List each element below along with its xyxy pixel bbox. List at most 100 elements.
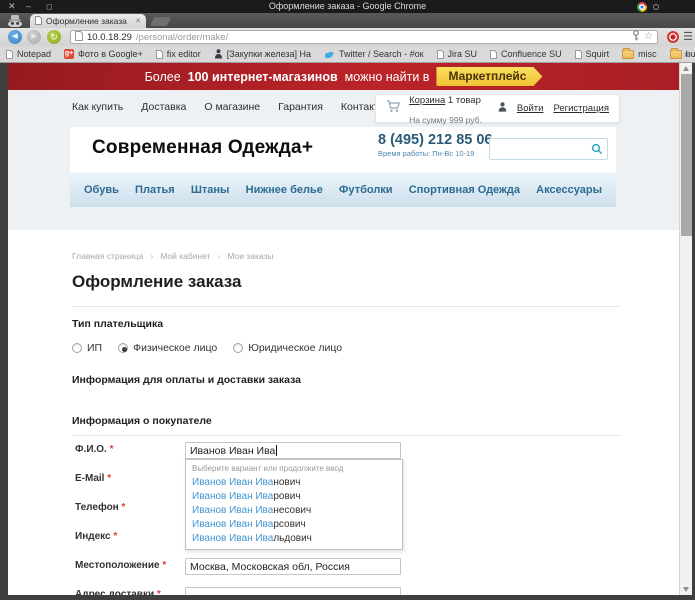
radio-icon[interactable] [233,343,243,353]
figure-icon [214,49,223,59]
search-box [489,138,608,160]
bookmark-star-icon[interactable]: ☆ [644,32,653,42]
search-icon[interactable] [587,143,607,155]
tab-strip: Оформление заказа ✕ [0,13,695,28]
cart-icon[interactable] [386,100,401,118]
nav-link-delivery[interactable]: Доставка [141,101,186,113]
bookmark-item[interactable]: Twitter / Search - #ок [324,49,423,59]
menu-item-shoes[interactable]: Обувь [84,184,119,196]
radio-option-ip[interactable]: ИП [72,342,102,354]
banner-text-bold: 100 интернет-магазинов [188,70,338,84]
autocomplete-option[interactable]: Иванов Иван Иванесович [186,504,402,518]
page-icon [156,50,163,59]
promo-banner[interactable]: Более 100 интернет-магазинов можно найти… [8,63,679,90]
forward-button[interactable]: ▶ [27,30,41,44]
autocomplete-option[interactable]: Иванов Иван Иванович [186,476,402,490]
scrollbar-up-arrow-icon[interactable] [683,66,689,71]
address-bar[interactable]: 10.0.18.29 /personal/order/make/ ☆ [70,30,658,44]
top-navigation: Как купить Доставка О магазине Гарантия … [8,90,679,127]
page-icon [575,50,582,59]
bookmark-item[interactable]: Confluence SU [490,49,562,59]
browser-tab[interactable]: Оформление заказа ✕ [30,14,146,28]
window-titlebar: ✕ – ◻ Оформление заказа - Google Chrome [0,0,695,13]
autocomplete-option[interactable]: Иванов Иван Ивальдович [186,532,402,546]
scrollbar-thumb[interactable] [681,74,692,236]
breadcrumb-separator: › [218,251,221,261]
search-input[interactable] [490,140,587,158]
menu-item-dresses[interactable]: Платья [135,184,175,196]
form-row-address: Адрес доставки * [72,587,679,595]
address-textarea[interactable] [185,587,401,595]
catalog-menu: Обувь Платья Штаны Нижнее белье Футболки… [70,172,616,207]
phone-label: Телефон * [72,500,185,517]
url-path: /personal/order/make/ [136,32,628,43]
radio-icon[interactable] [72,343,82,353]
menu-item-underwear[interactable]: Нижнее белье [246,184,323,196]
menu-item-sportswear[interactable]: Спортивная Одежда [409,184,520,196]
form-row-fio: Ф.И.О. * Иванов Иван Ива [72,442,679,459]
tab-close-icon[interactable]: ✕ [135,17,141,25]
radio-checked-icon[interactable] [118,343,128,353]
form-row-location: Местоположение * [72,558,679,575]
extension-icon[interactable] [667,31,679,43]
desktop-screen: ✕ – ◻ Оформление заказа - Google Chrome … [0,0,695,600]
register-link[interactable]: Регистрация [553,103,609,114]
postcode-label: Индекс * [72,529,185,546]
page-scrollbar[interactable] [679,63,692,595]
payment-section-label: Информация для оплаты и доставки заказа [72,374,679,386]
email-label: E-Mail * [72,471,185,488]
banner-text: можно найти в [345,70,430,84]
menu-item-accessories[interactable]: Аксессуары [536,184,602,196]
radio-option-legal[interactable]: Юридическое лицо [233,342,342,354]
autocomplete-option[interactable]: Иванов Иван Иварсович [186,518,402,532]
bookmark-item[interactable]: Squirt [575,49,610,59]
breadcrumb-account[interactable]: Мой кабинет [160,251,210,261]
breadcrumb-orders: Мои заказы [227,251,273,261]
chrome-menu-icon[interactable]: ☰ [683,29,693,45]
buyer-form: Ф.И.О. * Иванов Иван Ива Выберите вариан… [72,442,679,595]
nav-link-warranty[interactable]: Гарантия [278,101,323,113]
breadcrumb-home[interactable]: Главная страница [72,251,143,261]
autocomplete-option[interactable]: Иванов Иван Иварович [186,490,402,504]
page-icon [6,50,13,59]
nav-link-about[interactable]: О магазине [204,101,260,113]
menu-item-pants[interactable]: Штаны [191,184,230,196]
back-button[interactable]: ◀ [8,30,22,44]
bookmark-item[interactable]: fix editor [156,49,201,59]
menu-item-tshirts[interactable]: Футболки [339,184,393,196]
marketplace-button[interactable]: Маркетплейс [436,67,542,86]
breadcrumb: Главная страница › Мой кабинет › Мои зак… [72,230,679,261]
google-plus-icon: g+ [64,49,74,59]
bookmarks-overflow-chevron[interactable]: » [684,46,689,62]
key-icon[interactable] [632,28,640,46]
folder-icon [670,50,682,59]
logo-card: Современная Одежда+ 8 (495) 212 85 06 Вр… [70,127,616,172]
bookmark-item[interactable]: [Закупки железа] На [214,49,311,59]
titlebar-extra-icon [653,4,659,10]
bookmark-item[interactable]: g+ Фото в Google+ [64,49,143,59]
bookmark-folder[interactable]: buy [670,49,695,59]
page-icon [490,50,497,59]
radio-option-individual[interactable]: Физическое лицо [118,342,217,354]
bookmark-item[interactable]: Jira SU [437,49,478,59]
cart-widget: Корзина 1 товар На сумму 999 руб. Войти … [375,94,620,123]
chrome-logo-icon [637,2,647,12]
location-input[interactable] [185,558,401,575]
location-label: Местоположение * [72,558,185,575]
fio-input[interactable]: Иванов Иван Ива [185,442,401,459]
scrollbar-down-arrow-icon[interactable] [683,587,689,592]
phone-number: 8 (495) 212 85 06 [378,132,492,148]
login-link[interactable]: Войти [517,103,544,114]
autocomplete-dropdown: Выберите вариант или продолжите ввод Ива… [185,459,403,550]
payer-type-options: ИП Физическое лицо Юридическое лицо [72,342,679,354]
breadcrumb-separator: › [150,251,153,261]
reload-button[interactable]: ↻ [47,30,61,44]
new-tab-button[interactable] [150,17,171,26]
site-logo[interactable]: Современная Одежда+ [92,137,313,159]
cart-link[interactable]: Корзина [409,95,445,106]
twitter-icon [324,50,335,59]
nav-link-how-to-buy[interactable]: Как купить [72,101,123,113]
bookmark-folder[interactable]: misc [622,49,657,59]
bookmark-item[interactable]: Notepad [6,49,51,59]
browser-toolbar: ◀ ▶ ↻ 10.0.18.29 /personal/order/make/ ☆… [0,28,695,46]
